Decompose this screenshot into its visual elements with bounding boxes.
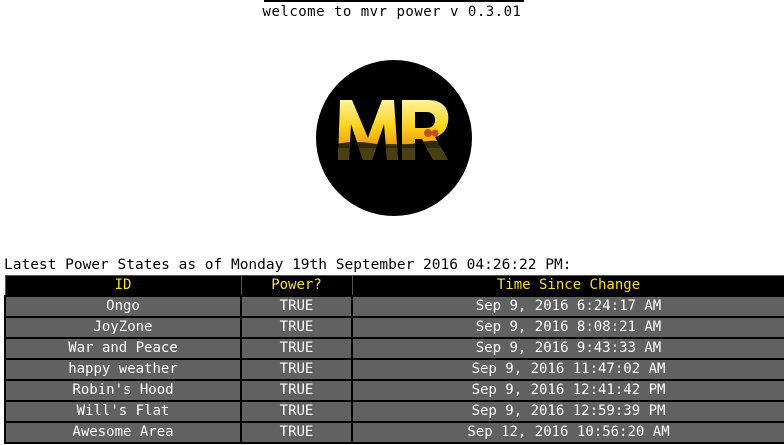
cell-id: War and Peace <box>4 337 242 360</box>
table-row: Will's Flat TRUE Sep 9, 2016 12:59:39 PM <box>4 400 784 423</box>
column-header-time-since-change: Time Since Change <box>351 275 784 297</box>
cell-power: TRUE <box>240 316 353 339</box>
table-header-row: ID Power? Time Since Change <box>4 275 784 297</box>
cell-id: Will's Flat <box>4 400 242 423</box>
table-row: happy weather TRUE Sep 9, 2016 11:47:02 … <box>4 358 784 381</box>
column-header-id: ID <box>4 275 242 297</box>
cell-time: Sep 9, 2016 6:24:17 AM <box>351 295 784 318</box>
cell-power: TRUE <box>240 337 353 360</box>
power-states-heading: Latest Power States as of Monday 19th Se… <box>4 257 572 273</box>
cell-id: Ongo <box>4 295 242 318</box>
cell-power: TRUE <box>240 421 353 444</box>
welcome-message: welcome to mvr power v 0.3.01 <box>262 4 522 20</box>
cell-time: Sep 9, 2016 12:59:39 PM <box>351 400 784 423</box>
cell-time: Sep 9, 2016 12:41:42 PM <box>351 379 784 402</box>
cell-id: Awesome Area <box>4 421 242 444</box>
table-row: Awesome Area TRUE Sep 12, 2016 10:56:20 … <box>4 421 784 444</box>
cell-id: Robin's Hood <box>4 379 242 402</box>
cell-id: happy weather <box>4 358 242 381</box>
cell-power: TRUE <box>240 295 353 318</box>
cell-power: TRUE <box>240 358 353 381</box>
cell-time: Sep 12, 2016 10:56:20 AM <box>351 421 784 444</box>
cell-time: Sep 9, 2016 11:47:02 AM <box>351 358 784 381</box>
column-header-power: Power? <box>240 275 353 297</box>
cell-power: TRUE <box>240 379 353 402</box>
table-row: Robin's Hood TRUE Sep 9, 2016 12:41:42 P… <box>4 379 784 402</box>
table-row: War and Peace TRUE Sep 9, 2016 9:43:33 A… <box>4 337 784 360</box>
mvr-logo <box>316 60 472 216</box>
mvr-logo-image <box>316 60 472 216</box>
table-row: JoyZone TRUE Sep 9, 2016 8:08:21 AM <box>4 316 784 339</box>
cell-time: Sep 9, 2016 9:43:33 AM <box>351 337 784 360</box>
table-row: Ongo TRUE Sep 9, 2016 6:24:17 AM <box>4 295 784 318</box>
power-states-table: ID Power? Time Since Change Ongo TRUE Se… <box>4 275 784 444</box>
cell-time: Sep 9, 2016 8:08:21 AM <box>351 316 784 339</box>
top-rule <box>264 0 524 2</box>
cell-power: TRUE <box>240 400 353 423</box>
cell-id: JoyZone <box>4 316 242 339</box>
